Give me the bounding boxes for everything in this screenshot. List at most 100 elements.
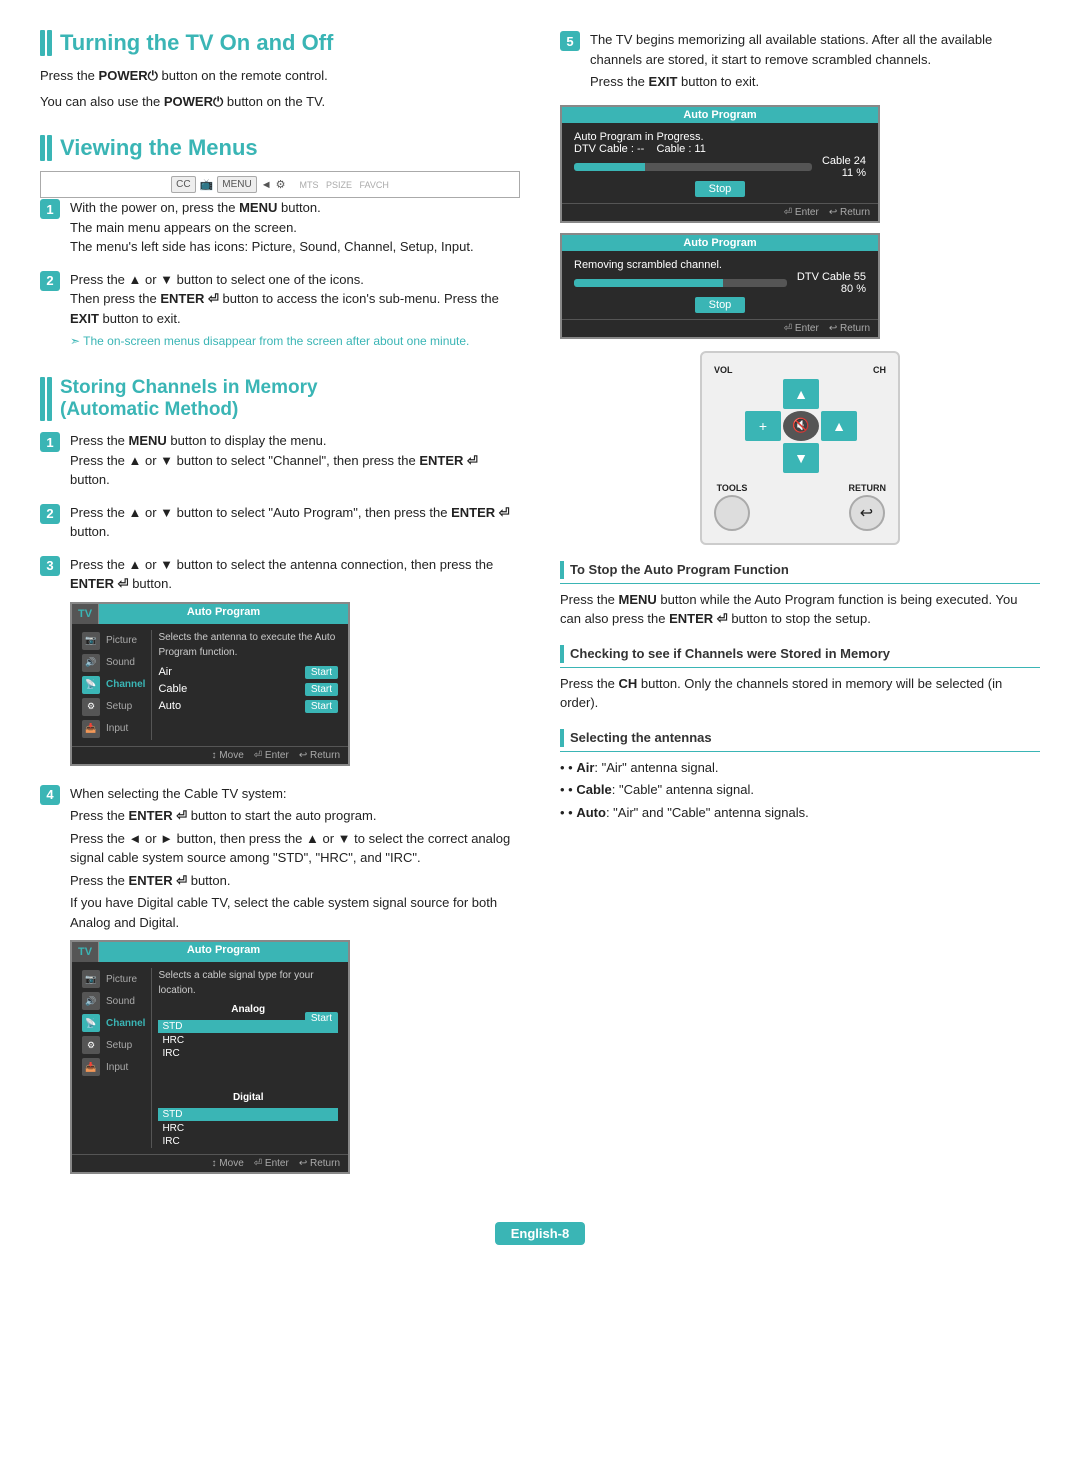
viewing-menus-title: Viewing the Menus: [60, 135, 258, 161]
ap2-progress-bar-container: [574, 279, 787, 287]
ap1-progress-bar: [574, 163, 812, 171]
std-option-digital: STD: [158, 1108, 338, 1121]
storing-step-3-text: Press the ▲ or ▼ button to select the an…: [70, 555, 520, 594]
tv-screen-4-footer: ↕ Move ⏎ Enter ↩ Return: [72, 1154, 348, 1172]
dpad-container: ▲ + 🔇 ▲ ▼: [745, 379, 855, 473]
step5-exit-text: Press the EXIT button to exit.: [590, 72, 1040, 92]
air-label: Air: [158, 666, 171, 678]
s4-input-label: Input: [106, 1062, 128, 1073]
section-bar-storing: [40, 377, 52, 421]
remote-top-row: VOL CH: [714, 365, 886, 375]
ap2-line1: Removing scrambled channel.: [574, 259, 866, 271]
dpad-left-btn[interactable]: +: [745, 411, 781, 441]
tv-screen-3-desc: Selects the antenna to execute the Auto …: [158, 630, 338, 660]
storing-title: Storing Channels in Memory: [60, 377, 318, 399]
step4-text2: Press the ENTER ⏎ button to start the au…: [70, 806, 520, 826]
viewing-menus-section-header: Viewing the Menus: [40, 135, 520, 161]
auto-start-btn[interactable]: Start: [305, 700, 338, 713]
settings-btn: ⚙: [276, 178, 286, 191]
irc-option-digital: IRC: [158, 1135, 338, 1148]
stop-function-text: Press the MENU button while the Auto Pro…: [560, 590, 1040, 629]
irc-option-analog: IRC: [158, 1047, 338, 1060]
tv-screen-4-desc: Selects a cable signal type for your loc…: [158, 968, 338, 998]
antenna-cable: • Cable: "Cable" antenna signal.: [560, 780, 1040, 800]
storing-step-3: 3 Press the ▲ or ▼ button to select the …: [40, 555, 520, 774]
ap2-body: Removing scrambled channel. DTV Cable 55…: [562, 251, 878, 319]
ap1-footer-enter: ⏎ Enter: [784, 207, 819, 218]
ap2-footer-return: ↩ Return: [829, 323, 870, 334]
s4-input-icon: 📥: [82, 1058, 100, 1076]
dpad-bl-empty: [745, 443, 781, 473]
arrow-btn: ◄: [261, 179, 272, 191]
storing-step-2: 2 Press the ▲ or ▼ button to select "Aut…: [40, 503, 520, 545]
mute-icon: 🔇: [792, 417, 809, 434]
ap2-footer: ⏎ Enter ↩ Return: [562, 319, 878, 337]
checking-channels-title: Checking to see if Channels were Stored …: [570, 646, 890, 661]
ap2-stop-btn[interactable]: Stop: [695, 297, 746, 313]
section-bar-viewing-menus: [40, 135, 52, 161]
ap1-stop-btn[interactable]: Stop: [695, 181, 746, 197]
input-label: Input: [106, 723, 128, 734]
footer-move: ↕ Move: [212, 750, 244, 761]
turning-on-title: Turning the TV On and Off: [60, 30, 333, 56]
ap2-percent: 80 %: [797, 283, 866, 295]
dpad-tr-empty: [821, 379, 857, 409]
sound-label: Sound: [106, 657, 135, 668]
ap2-header: Auto Program: [562, 235, 878, 251]
step-num-2: 2: [40, 271, 60, 291]
storing-step-4: 4 When selecting the Cable TV system: Pr…: [40, 784, 520, 1183]
dpad-mute-btn[interactable]: 🔇: [783, 411, 819, 441]
step4-text3: Press the ◄ or ► button, then press the …: [70, 829, 520, 868]
dpad-tl-empty: [745, 379, 781, 409]
bottom-row: MTS PSIZE FAVCH: [300, 180, 389, 190]
s4-menu-channel: 📡 Channel: [82, 1012, 145, 1034]
start-btn-cable[interactable]: Start: [305, 1012, 338, 1025]
ap1-body: Auto Program in Progress. DTV Cable : --…: [562, 123, 878, 203]
ap1-footer: ⏎ Enter ↩ Return: [562, 203, 878, 221]
cable-option-row: Cable Start: [158, 681, 338, 698]
right-column: 5 The TV begins memorizing all available…: [560, 30, 1040, 1192]
cable-start-btn[interactable]: Start: [305, 683, 338, 696]
ap2-progress-fill: [574, 279, 723, 287]
turning-on-body1: Press the POWER⏻ button on the remote co…: [40, 66, 520, 86]
stop-function-title-row: To Stop the Auto Program Function: [560, 561, 1040, 584]
auto-prog-screen-1: Auto Program Auto Program in Progress. D…: [560, 105, 880, 223]
picture-label: Picture: [106, 635, 137, 646]
section-bar-turning-on: [40, 30, 52, 56]
tools-label: TOOLS: [714, 483, 750, 493]
dpad-down-btn[interactable]: ▼: [783, 443, 819, 473]
tv-screen-3-options: Selects the antenna to execute the Auto …: [158, 630, 338, 740]
right-step-5: 5 The TV begins memorizing all available…: [560, 30, 1040, 95]
step5-text1: The TV begins memorizing all available s…: [590, 30, 1040, 69]
ap1-header: Auto Program: [562, 107, 878, 123]
ap1-line2: DTV Cable : -- Cable : 11: [574, 143, 866, 155]
air-start-btn[interactable]: Start: [305, 666, 338, 679]
tv-screen-4-content: 📷 Picture 🔊 Sound 📡 Channel: [82, 968, 338, 1148]
footer-return: ↩ Return: [299, 750, 340, 761]
step-2-note: ➣ The on-screen menus disappear from the…: [70, 332, 520, 350]
return-btn-container: RETURN ↩: [849, 483, 887, 531]
dpad-right-btn[interactable]: ▲: [821, 411, 857, 441]
picture-icon: 📷: [82, 632, 100, 650]
storing-step-3-content: Press the ▲ or ▼ button to select the an…: [70, 555, 520, 774]
hrc-option-digital: HRC: [158, 1122, 338, 1135]
dpad-up-btn[interactable]: ▲: [783, 379, 819, 409]
step4-text1: When selecting the Cable TV system:: [70, 784, 520, 804]
tv-screen-3-left-label: TV: [72, 604, 99, 624]
input-icon: 📥: [82, 720, 100, 738]
s4-menu-sound: 🔊 Sound: [82, 990, 145, 1012]
s4-picture-icon: 📷: [82, 970, 100, 988]
antenna-air: • Air: "Air" antenna signal.: [560, 758, 1040, 778]
left-column: Turning the TV On and Off Press the POWE…: [40, 30, 520, 1192]
storing-step-2-content: Press the ▲ or ▼ button to select "Auto …: [70, 503, 520, 545]
ap1-cable-24: Cable 24: [822, 155, 866, 167]
checking-channels-bar: [560, 645, 564, 663]
tv-icon: 📺: [200, 178, 214, 191]
tools-btn[interactable]: [714, 495, 750, 531]
return-btn[interactable]: ↩: [849, 495, 885, 531]
checking-channels-title-row: Checking to see if Channels were Stored …: [560, 645, 1040, 668]
storing-step-num-3: 3: [40, 556, 60, 576]
footer: English-8: [40, 1202, 1040, 1245]
tv-screen-4-left-label: TV: [72, 942, 99, 962]
storing-channels-section-header: Storing Channels in Memory (Automatic Me…: [40, 377, 520, 421]
